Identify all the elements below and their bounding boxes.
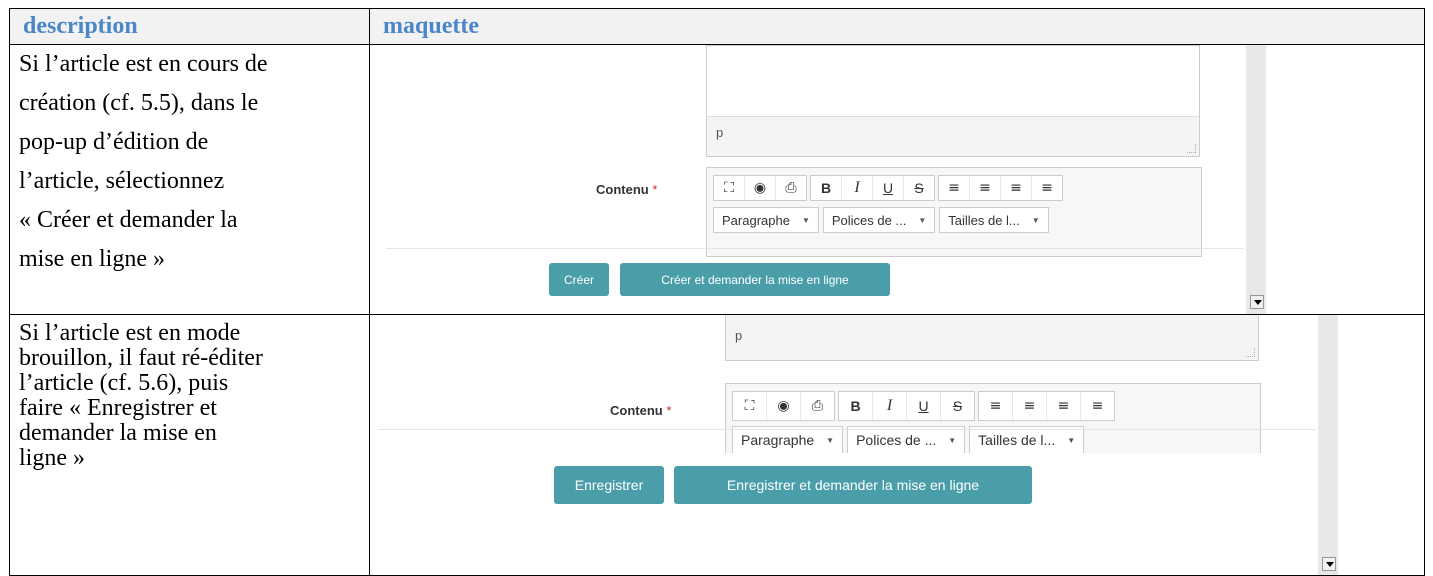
font-family-dropdown[interactable]: Polices de ... ▼: [847, 426, 966, 453]
underline-icon[interactable]: U: [907, 392, 941, 420]
caret-down-icon: ▼: [918, 215, 927, 225]
strikethrough-icon[interactable]: S: [941, 392, 974, 420]
content-label: Contenu *: [610, 403, 672, 418]
paragraph-dropdown[interactable]: Paragraphe ▼: [713, 207, 819, 233]
underline-icon[interactable]: U: [873, 176, 904, 200]
statusbar-path: p: [735, 328, 743, 343]
header-maquette: maquette: [369, 8, 1425, 45]
rich-text-editor[interactable]: ⛶ ◉ ⎙ B I U S ≡ ≡ ≡ ≡ Paragraphe ▼ Polic…: [725, 383, 1261, 453]
font-size-dropdown[interactable]: Tailles de l... ▼: [939, 207, 1049, 233]
documentation-table: description maquette Si l’article est en…: [9, 8, 1425, 576]
print-icon[interactable]: ⎙: [801, 392, 834, 420]
summary-textarea[interactable]: p: [706, 45, 1200, 157]
save-button[interactable]: Enregistrer: [554, 466, 664, 504]
align-right-icon[interactable]: ≡: [1001, 176, 1032, 200]
create-and-publish-button[interactable]: Créer et demander la mise en ligne: [620, 263, 890, 296]
align-justify-icon[interactable]: ≡: [1032, 176, 1062, 200]
summary-textarea[interactable]: p: [725, 315, 1259, 361]
row1-maquette-screenshot: p Contenu * ⛶ ◉ ⎙ B I U S ≡ ≡ ≡ ≡ Paragr…: [369, 44, 1425, 315]
bold-icon[interactable]: B: [811, 176, 842, 200]
align-left-icon[interactable]: ≡: [939, 176, 970, 200]
align-right-icon[interactable]: ≡: [1047, 392, 1081, 420]
print-icon[interactable]: ⎙: [776, 176, 806, 200]
required-marker: *: [652, 182, 658, 197]
align-justify-icon[interactable]: ≡: [1081, 392, 1114, 420]
caret-down-icon: ▼: [801, 215, 810, 225]
statusbar-path: p: [716, 125, 724, 140]
resize-handle-icon[interactable]: [1187, 144, 1196, 153]
fullscreen-icon[interactable]: ⛶: [714, 176, 745, 200]
textarea-statusbar: p: [707, 116, 1199, 156]
fullscreen-icon[interactable]: ⛶: [733, 392, 767, 420]
editor-toolbar-row2: Paragraphe ▼ Polices de ... ▼ Tailles de l…: [713, 207, 1053, 233]
editor-toolbar-row1: ⛶ ◉ ⎙ B I U S ≡ ≡ ≡ ≡: [713, 175, 1066, 201]
desc-line: « Créer et demander la: [19, 207, 238, 233]
edit-popup-save: p Contenu * ⛶ ◉ ⎙ B I U S ≡ ≡ ≡ ≡ Paragr…: [378, 315, 1338, 575]
desc-line: mise en ligne »: [19, 246, 165, 272]
caret-down-icon: ▼: [1031, 215, 1040, 225]
italic-icon[interactable]: I: [873, 392, 907, 420]
align-left-icon[interactable]: ≡: [979, 392, 1013, 420]
desc-line: l’article, sélectionnez: [19, 168, 225, 194]
strikethrough-icon[interactable]: S: [904, 176, 934, 200]
editor-toolbar-row2: Paragraphe ▼ Polices de ... ▼ Tailles de l…: [732, 426, 1088, 453]
paragraph-dropdown[interactable]: Paragraphe ▼: [732, 426, 844, 453]
row2-description: Si l’article est en mode brouillon, il f…: [9, 314, 370, 576]
preview-eye-icon[interactable]: ◉: [745, 176, 776, 200]
vertical-scrollbar[interactable]: [1318, 315, 1338, 575]
desc-line: création (cf. 5.5), dans le: [19, 90, 259, 116]
modal-footer-divider: [386, 248, 1244, 249]
font-size-dropdown[interactable]: Tailles de l... ▼: [969, 426, 1085, 453]
desc-line: Si l’article est en mode: [19, 320, 241, 346]
row2-maquette-screenshot: p Contenu * ⛶ ◉ ⎙ B I U S ≡ ≡ ≡ ≡ Paragr…: [369, 314, 1425, 576]
caret-down-icon: ▼: [948, 435, 957, 445]
italic-icon[interactable]: I: [842, 176, 873, 200]
align-center-icon[interactable]: ≡: [970, 176, 1001, 200]
edit-popup-create: p Contenu * ⛶ ◉ ⎙ B I U S ≡ ≡ ≡ ≡ Paragr…: [386, 45, 1266, 314]
desc-line: faire « Enregistrer et: [19, 395, 217, 421]
rich-text-editor[interactable]: ⛶ ◉ ⎙ B I U S ≡ ≡ ≡ ≡ Paragraphe ▼ Polic…: [706, 167, 1202, 257]
textarea-statusbar: p: [726, 315, 1258, 360]
font-family-dropdown[interactable]: Polices de ... ▼: [822, 207, 936, 233]
caret-down-icon: ▼: [826, 435, 835, 445]
scroll-down-arrow-icon[interactable]: [1322, 557, 1336, 571]
desc-line: brouillon, il faut ré-éditer: [19, 345, 263, 371]
desc-line: ligne »: [19, 445, 85, 471]
modal-footer-divider: [378, 429, 1316, 430]
align-center-icon[interactable]: ≡: [1013, 392, 1047, 420]
preview-eye-icon[interactable]: ◉: [767, 392, 801, 420]
required-marker: *: [666, 403, 672, 418]
row1-description: Si l’article est en cours de création (c…: [9, 44, 370, 315]
bold-icon[interactable]: B: [839, 392, 873, 420]
scroll-down-arrow-icon[interactable]: [1250, 295, 1264, 309]
editor-toolbar-row1: ⛶ ◉ ⎙ B I U S ≡ ≡ ≡ ≡: [732, 391, 1118, 421]
save-and-publish-button[interactable]: Enregistrer et demander la mise en ligne: [674, 466, 1032, 504]
create-button[interactable]: Créer: [549, 263, 609, 296]
header-description: description: [9, 8, 370, 45]
content-label: Contenu *: [596, 182, 658, 197]
desc-line: l’article (cf. 5.6), puis: [19, 370, 229, 396]
resize-handle-icon[interactable]: [1246, 348, 1255, 357]
desc-line: Si l’article est en cours de: [19, 51, 268, 77]
desc-line: pop-up d’édition de: [19, 129, 209, 155]
desc-line: demander la mise en: [19, 420, 217, 446]
vertical-scrollbar[interactable]: [1246, 45, 1266, 314]
caret-down-icon: ▼: [1067, 435, 1076, 445]
